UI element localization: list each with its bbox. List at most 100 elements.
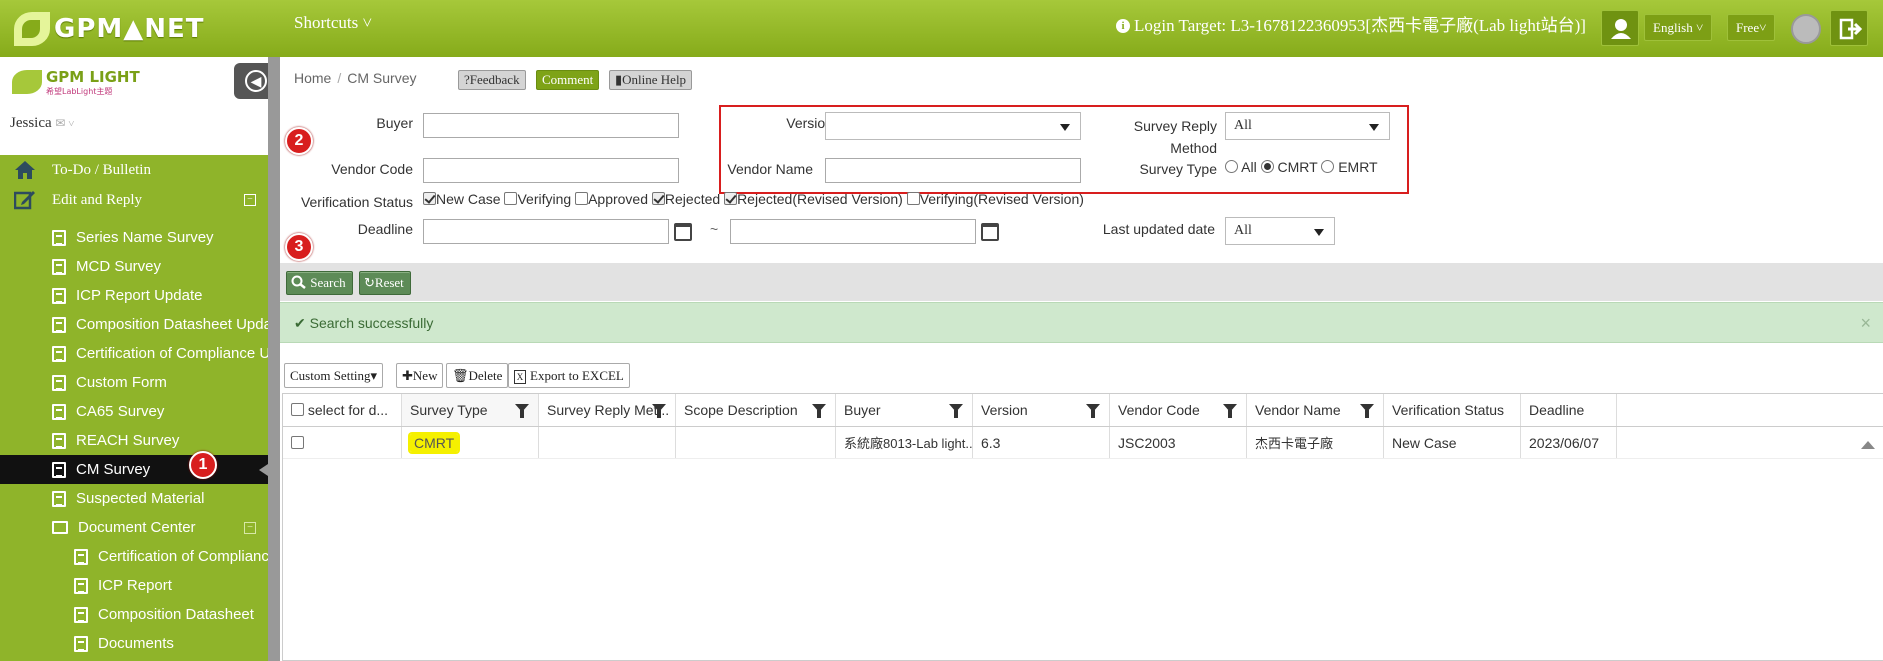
radio-emrt[interactable]: [1321, 160, 1335, 173]
sidebar-item-cm-survey[interactable]: CM Survey: [0, 455, 268, 484]
search-button[interactable]: Search: [286, 271, 353, 295]
feedback-button[interactable]: ?Feedback: [458, 70, 526, 90]
info-icon: i: [1116, 19, 1130, 33]
column-deadline[interactable]: Deadline: [1521, 394, 1617, 426]
user-profile-button[interactable]: [1601, 10, 1639, 46]
collapse-minus-icon[interactable]: −: [244, 522, 256, 534]
collapse-minus-icon[interactable]: −: [244, 194, 256, 206]
column-buyer[interactable]: Buyer: [836, 394, 973, 426]
filter-icon[interactable]: [1223, 404, 1237, 418]
plan-dropdown[interactable]: Free˅: [1727, 14, 1776, 41]
filter-icon[interactable]: [1086, 404, 1100, 418]
cell-version: 6.3: [973, 427, 1110, 458]
select-all-checkbox[interactable]: [291, 403, 304, 416]
reset-button[interactable]: ↻Reset: [359, 271, 411, 295]
buyer-input[interactable]: [423, 113, 679, 138]
deadline-from-input[interactable]: [423, 219, 669, 244]
radio-cmrt[interactable]: [1260, 160, 1274, 173]
cell-scope: [676, 427, 836, 458]
nav-label: Suspected Material: [76, 490, 205, 507]
gpm-net-logo[interactable]: GPM▲NET: [14, 8, 205, 50]
column-select[interactable]: select for d...: [283, 394, 402, 426]
column-vendor-name[interactable]: Vendor Name: [1247, 394, 1384, 426]
filter-icon[interactable]: [812, 404, 826, 418]
column-survey-reply-method[interactable]: Survey Reply Met...: [539, 394, 676, 426]
online-help-button[interactable]: ▮Online Help: [609, 70, 693, 90]
document-icon: [52, 287, 66, 304]
export-excel-button[interactable]: X Export to EXCEL: [508, 363, 630, 388]
gpm-light-logo[interactable]: GPM LIGHT 希望LabLight主題: [12, 65, 202, 99]
logout-icon: [1839, 18, 1863, 40]
new-button[interactable]: ✚New: [396, 363, 444, 388]
language-dropdown[interactable]: English ˅: [1644, 14, 1713, 41]
custom-setting-dropdown[interactable]: Custom Setting▾: [284, 363, 384, 388]
close-icon[interactable]: ×: [1860, 303, 1871, 343]
new-label: New: [412, 368, 438, 383]
sidebar-item-certification-of-compliance-update[interactable]: Certification of Compliance Update: [0, 339, 268, 368]
checkbox-approved[interactable]: [575, 192, 589, 205]
checkbox-rejected[interactable]: [651, 192, 665, 205]
user-menu[interactable]: Jessica ✉ ˅: [10, 115, 74, 132]
checkbox-verifying-revised[interactable]: [906, 192, 920, 205]
sidebar-item-ca65-survey[interactable]: CA65 Survey: [0, 397, 268, 426]
caret-down-icon: ▾: [370, 368, 378, 383]
nav-edit-and-reply[interactable]: Edit and Reply −: [0, 185, 268, 215]
checkbox-verifying[interactable]: [504, 192, 518, 205]
sidebar-item-composition-datasheet-update[interactable]: Composition Datasheet Update: [0, 310, 268, 339]
filter-icon[interactable]: [1360, 404, 1374, 418]
survey-reply-method-select[interactable]: All: [1225, 112, 1390, 140]
comment-button[interactable]: Comment: [536, 70, 600, 90]
calendar-icon[interactable]: [981, 223, 999, 241]
plus-icon: ✚: [402, 368, 413, 383]
sidebar-item-series-name-survey[interactable]: Series Name Survey: [0, 223, 268, 252]
logo-text: GPM▲NET: [54, 14, 205, 44]
online-help-label: Online Help: [622, 72, 687, 87]
sidebar-item-documents[interactable]: Documents: [0, 629, 268, 658]
sidebar-item-reach-survey[interactable]: REACH Survey: [0, 426, 268, 455]
sidebar-item-certification-of-compliance[interactable]: Certification of Compliance: [0, 542, 268, 571]
survey-type-radios: All CMRT EMRT: [1225, 159, 1378, 175]
sidebar-item-suspected-material[interactable]: Suspected Material: [0, 484, 268, 513]
survey-type-value[interactable]: CMRT: [410, 434, 459, 452]
deadline-to-input[interactable]: [730, 219, 976, 244]
globe-icon[interactable]: [1791, 14, 1821, 44]
last-updated-date-select[interactable]: All: [1225, 217, 1335, 245]
sidebar-item-icp-report[interactable]: ICP Report: [0, 571, 268, 600]
filter-icon[interactable]: [949, 404, 963, 418]
language-label: English: [1653, 20, 1693, 35]
breadcrumb-home[interactable]: Home: [294, 70, 331, 86]
nav-todo-bulletin[interactable]: To-Do / Bulletin: [0, 155, 268, 185]
sidebar-item-composition-datasheet[interactable]: Composition Datasheet: [0, 600, 268, 629]
column-vendor-code[interactable]: Vendor Code: [1110, 394, 1247, 426]
checkbox-rejected-revised[interactable]: [724, 192, 738, 205]
column-verification-status[interactable]: Verification Status: [1384, 394, 1521, 426]
export-label: Export to EXCEL: [530, 368, 624, 383]
column-label: Survey Type: [410, 402, 488, 418]
scroll-up-icon[interactable]: [1861, 441, 1875, 449]
table-row[interactable]: CMRT 系統廠8013-Lab light... 6.3 JSC2003 杰西…: [283, 427, 1883, 459]
logout-button[interactable]: [1830, 10, 1868, 46]
sidebar-item-custom-form[interactable]: Custom Form: [0, 368, 268, 397]
column-label: select for d...: [307, 402, 389, 418]
delete-button[interactable]: 🗑Delete: [446, 363, 509, 388]
vendor-name-input[interactable]: [825, 158, 1081, 183]
row-checkbox[interactable]: [291, 436, 304, 449]
filter-icon[interactable]: [515, 404, 529, 418]
vendor-code-input[interactable]: [423, 158, 679, 183]
column-scope-description[interactable]: Scope Description: [676, 394, 836, 426]
calendar-icon[interactable]: [674, 223, 692, 241]
step-badge-2: 2: [285, 127, 313, 155]
column-survey-type[interactable]: Survey Type: [402, 394, 539, 426]
sidebar-item-mcd-survey[interactable]: MCD Survey: [0, 252, 268, 281]
column-version[interactable]: Version: [973, 394, 1110, 426]
caret-down-icon: [1369, 124, 1379, 131]
radio-all[interactable]: [1225, 160, 1238, 173]
sidebar-item-document-center[interactable]: Document Center −: [0, 513, 268, 542]
sidebar-splitter[interactable]: [268, 57, 280, 661]
shortcuts-menu[interactable]: Shortcuts ˅: [294, 13, 372, 33]
deadline-separator: ~: [710, 221, 719, 237]
filter-icon[interactable]: [652, 404, 666, 418]
checkbox-new-case[interactable]: [423, 192, 436, 205]
version-select[interactable]: [825, 112, 1081, 140]
sidebar-item-icp-report-update[interactable]: ICP Report Update: [0, 281, 268, 310]
